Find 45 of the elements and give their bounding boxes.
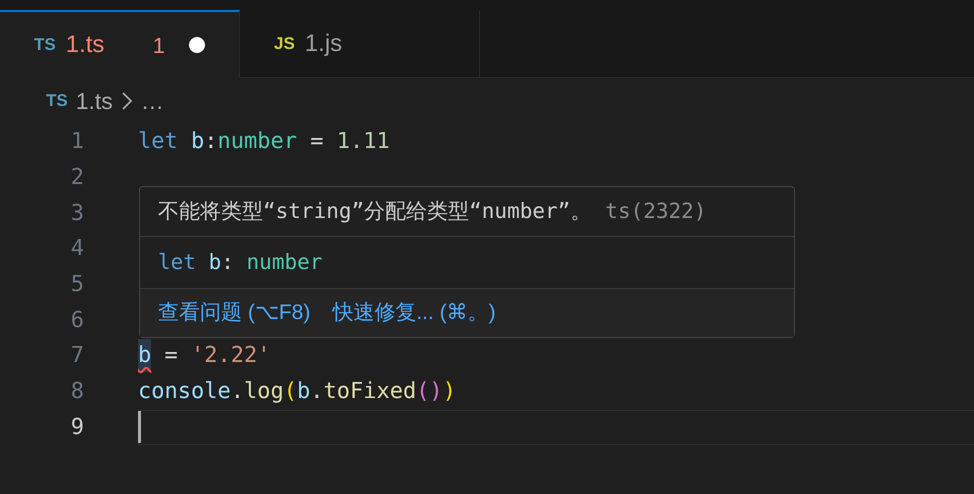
file-type-label: TS [46, 90, 68, 112]
editor-tab[interactable]: TS 1.ts 1 [0, 10, 240, 78]
line-number: 7 [70, 342, 85, 370]
error-message: 不能将类型“string”分配给类型“number”。 [158, 198, 592, 225]
line-number: 6 [70, 306, 85, 335]
code-token: number [218, 128, 297, 156]
file-type-label: JS [274, 32, 295, 55]
error-code: ts(2322) [605, 198, 706, 225]
code-token: 1.11 [336, 128, 390, 156]
code-token: : [221, 248, 235, 276]
code-token: b [208, 248, 222, 276]
code-token: ) [442, 378, 456, 406]
action-link[interactable]: 查看问题 (⌥F8) [158, 297, 310, 329]
editor-tab[interactable]: JS 1.js [240, 10, 480, 78]
code-token: '2.22' [191, 342, 270, 370]
code-token: b [190, 128, 204, 156]
code-token: . [310, 378, 324, 406]
text-cursor [138, 411, 141, 444]
line-number: 8 [70, 378, 85, 406]
breadcrumb-item[interactable]: 1.ts [76, 84, 113, 118]
code-token: = [309, 128, 324, 156]
code-token: . [230, 378, 244, 406]
breadcrumb-item[interactable]: … [140, 84, 164, 118]
line-number: 3 [70, 200, 85, 228]
action-link[interactable]: 快速修复... (⌘。) [332, 297, 496, 329]
line-number: 2 [70, 164, 85, 192]
chevron-right-icon [120, 91, 133, 111]
line-number: 1 [70, 128, 85, 156]
line-number: 4 [70, 235, 85, 264]
code-token: let [158, 248, 196, 276]
line-number: 5 [70, 271, 85, 300]
code-token: = [163, 342, 179, 370]
line-number: 9 [70, 414, 85, 442]
code-token: let [138, 128, 178, 156]
code-token: b [296, 378, 310, 406]
code-token: ( [284, 378, 297, 406]
code-token: () [416, 378, 443, 406]
code-token: log [244, 378, 284, 406]
error-count: 1 [152, 32, 165, 60]
code-token: number [246, 248, 322, 276]
code-token: b [138, 339, 152, 372]
code-token: console [138, 378, 231, 406]
code-token: toFixed [323, 378, 416, 406]
file-type-label: TS [34, 34, 56, 56]
code-token: : [204, 128, 218, 156]
